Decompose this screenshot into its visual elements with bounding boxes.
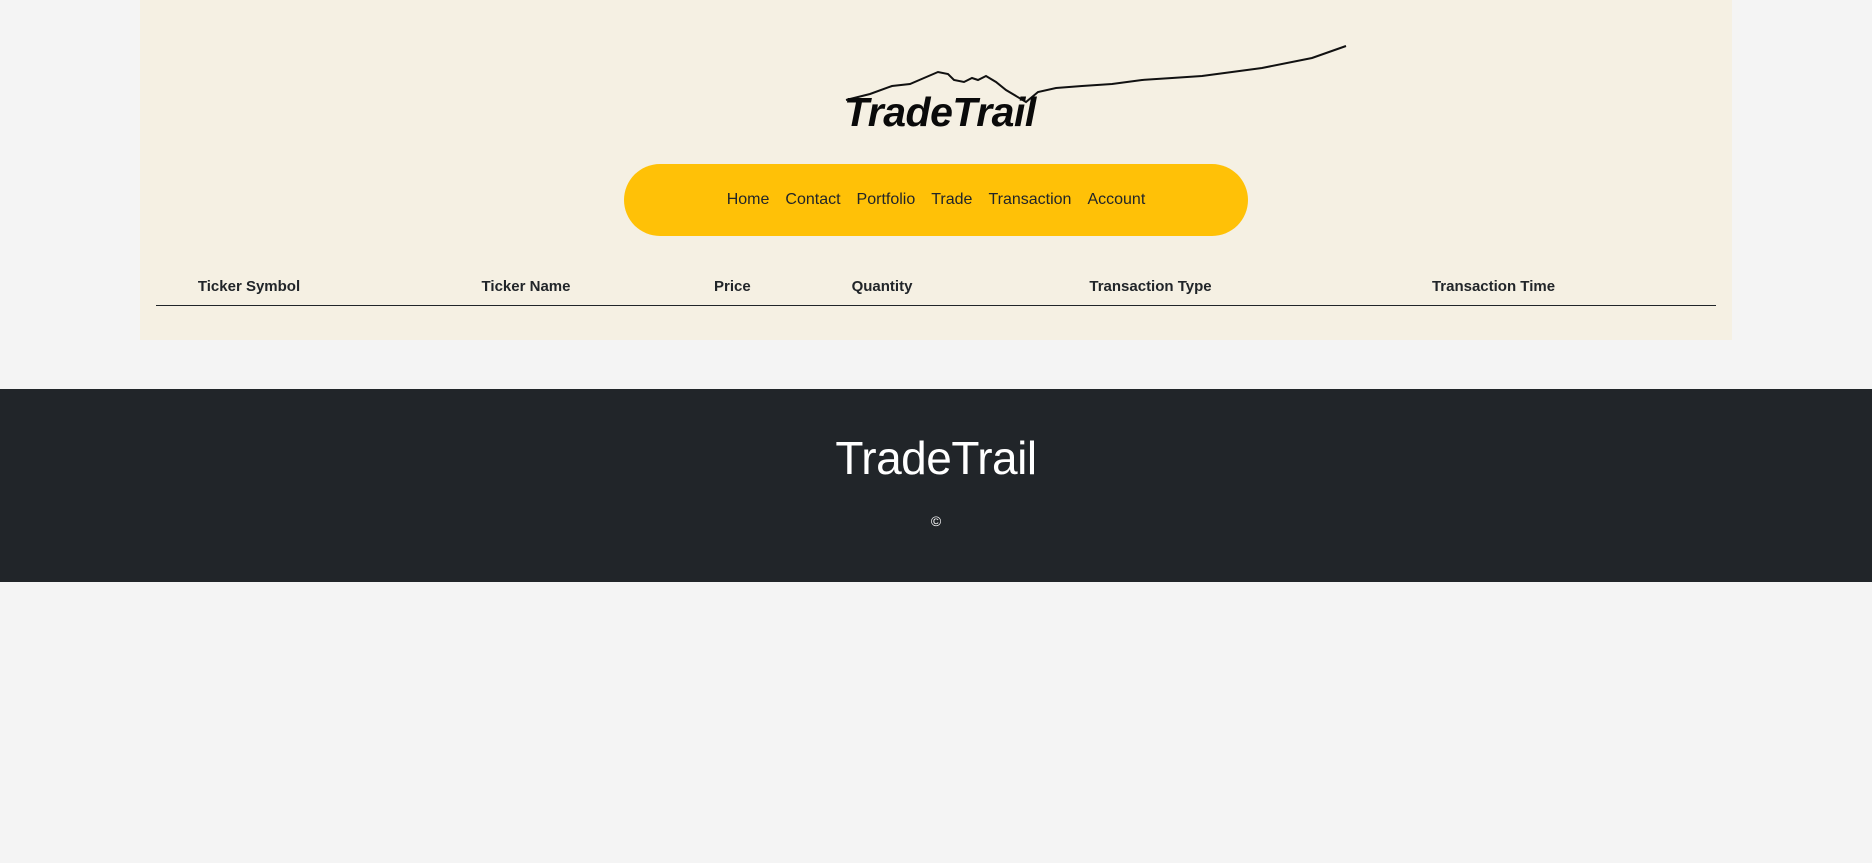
column-header-price[interactable]: Price: [710, 270, 751, 306]
nav-link-account[interactable]: Account: [1079, 191, 1153, 209]
nav-link-contact[interactable]: Contact: [777, 191, 848, 209]
nav-link-trade[interactable]: Trade: [923, 191, 980, 209]
table-header-row: Ticker Symbol Ticker Name Price Quantity…: [156, 270, 1716, 306]
main-nav: Home Contact Portfolio Trade Transaction…: [624, 164, 1248, 236]
nav-link-transaction[interactable]: Transaction: [980, 191, 1079, 209]
logo[interactable]: TradeTrail: [702, 40, 1347, 140]
column-header-quantity[interactable]: Quantity: [734, 270, 1030, 306]
logo-text: TradeTrail: [844, 89, 1036, 135]
nav-link-portfolio[interactable]: Portfolio: [849, 191, 924, 209]
transactions-table: Ticker Symbol Ticker Name Price Quantity…: [156, 270, 1716, 306]
footer: TradeTrail ©: [0, 389, 1872, 582]
nav-link-home[interactable]: Home: [719, 191, 778, 209]
footer-copyright: ©: [930, 513, 942, 529]
column-header-ticker-symbol[interactable]: Ticker Symbol: [156, 270, 342, 306]
column-header-transaction-time[interactable]: Transaction Time: [1271, 270, 1716, 306]
footer-brand: TradeTrail: [835, 432, 1037, 484]
column-header-ticker-name[interactable]: Ticker Name: [342, 270, 710, 306]
main-panel: TradeTrail Home Contact Portfolio Trade …: [140, 0, 1732, 340]
column-header-transaction-type[interactable]: Transaction Type: [1030, 270, 1271, 306]
